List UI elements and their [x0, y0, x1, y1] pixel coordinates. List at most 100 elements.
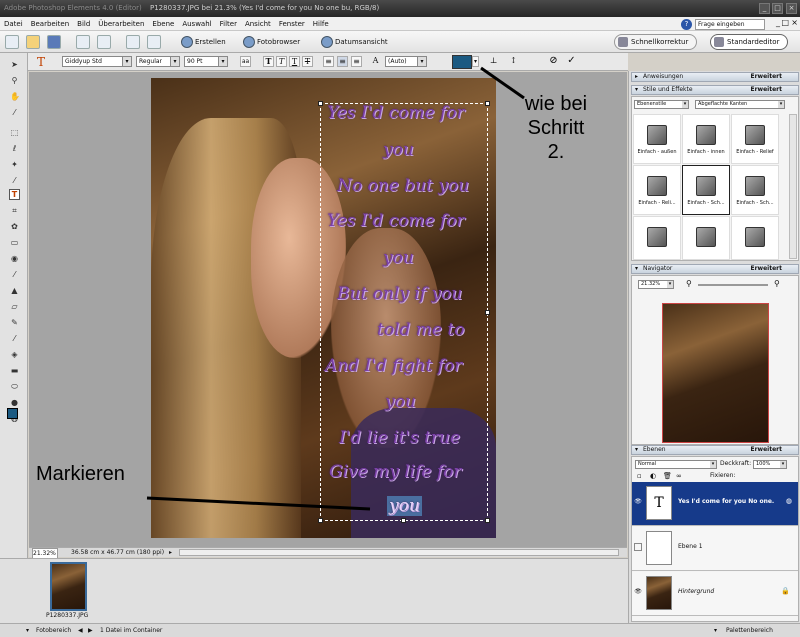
- pencil-tool-icon[interactable]: ✎: [9, 317, 20, 328]
- layers-panel-header[interactable]: Ebenen Erweitert: [631, 445, 799, 455]
- instructions-panel-header[interactable]: Anweisungen Erweitert: [631, 72, 799, 82]
- menu-hilfe[interactable]: Hilfe: [309, 17, 333, 31]
- align-right-icon[interactable]: ≡: [351, 56, 362, 67]
- foreground-color-swatch[interactable]: [7, 408, 18, 419]
- layer-row-ebene1[interactable]: Ebene 1: [632, 527, 798, 571]
- menu-auswahl[interactable]: Auswahl: [178, 17, 215, 31]
- menu-bild[interactable]: Bild: [73, 17, 94, 31]
- photo-bin-toggle-icon[interactable]: ▾: [26, 624, 29, 637]
- navigator-preview[interactable]: [662, 303, 769, 443]
- font-style-select[interactable]: Regular: [136, 56, 180, 67]
- navigator-zoom-slider[interactable]: [698, 284, 768, 286]
- print-icon[interactable]: [76, 35, 90, 49]
- text-color-swatch[interactable]: [452, 55, 472, 69]
- text-orientation-icon[interactable]: ↕: [508, 56, 519, 67]
- menu-bearbeiten[interactable]: Bearbeiten: [27, 17, 73, 31]
- minimize-icon[interactable]: _: [759, 3, 770, 14]
- menu-ansicht[interactable]: Ansicht: [241, 17, 275, 31]
- strikethrough-button[interactable]: T: [302, 56, 313, 67]
- visibility-off-icon[interactable]: [634, 543, 642, 551]
- shape-tool-icon[interactable]: ⬭: [9, 381, 20, 392]
- color-dropdown-icon[interactable]: ▾: [472, 56, 479, 67]
- palette-bin-toggle-icon[interactable]: ▾: [714, 624, 717, 637]
- resize-handle-mr[interactable]: [485, 310, 490, 315]
- bold-button[interactable]: T: [263, 56, 274, 67]
- font-family-select[interactable]: Giddyup Std: [62, 56, 132, 67]
- italic-button[interactable]: T: [276, 56, 287, 67]
- style-swatch-4[interactable]: Einfach - Reli...: [633, 165, 681, 215]
- zoom-tool-icon[interactable]: ⚲: [9, 75, 20, 86]
- navigator-zoom-field[interactable]: 21.32%: [638, 280, 674, 289]
- style-swatch-1[interactable]: Einfach - außen: [633, 114, 681, 164]
- healing-brush-tool-icon[interactable]: ⁄: [9, 269, 20, 280]
- hand-tool-icon[interactable]: ✋: [9, 91, 20, 102]
- gradient-tool-icon[interactable]: ▬: [9, 365, 20, 376]
- zoom-out-icon[interactable]: ⚲: [686, 279, 692, 288]
- window-close-icon[interactable]: ×: [791, 18, 798, 27]
- visibility-eye-icon[interactable]: 👁: [634, 588, 642, 596]
- maximize-icon[interactable]: □: [772, 3, 783, 14]
- photo-bin-label[interactable]: Fotobereich: [36, 624, 71, 637]
- resize-handle-tr[interactable]: [485, 101, 490, 106]
- text-bounding-box[interactable]: [318, 101, 490, 523]
- open-folder-icon[interactable]: [26, 35, 40, 49]
- text-tool-icon-active[interactable]: T: [9, 189, 20, 200]
- menu-ueberarbeiten[interactable]: Überarbeiten: [94, 17, 148, 31]
- menu-fenster[interactable]: Fenster: [275, 17, 309, 31]
- online-services-icon[interactable]: [97, 35, 111, 49]
- font-size-select[interactable]: 90 Pt: [184, 56, 228, 67]
- undo-icon[interactable]: [126, 35, 140, 49]
- palette-bin-label[interactable]: Palettenbereich: [726, 624, 773, 637]
- menu-filter[interactable]: Filter: [216, 17, 241, 31]
- blur-tool-icon[interactable]: ●: [9, 397, 20, 408]
- navigator-more-button[interactable]: Erweitert: [751, 265, 783, 273]
- cancel-icon[interactable]: ⊘: [548, 56, 559, 67]
- clone-stamp-tool-icon[interactable]: ▲: [9, 285, 20, 296]
- styles-more-button[interactable]: Erweitert: [751, 86, 783, 94]
- resize-handle-bl[interactable]: [318, 518, 323, 523]
- layers-more-button[interactable]: Erweitert: [751, 446, 783, 454]
- commit-icon[interactable]: ✓: [566, 56, 577, 67]
- blend-mode-select[interactable]: Normal: [635, 460, 717, 469]
- help-icon[interactable]: ?: [681, 18, 692, 30]
- visibility-eye-icon[interactable]: 👁: [634, 498, 642, 506]
- quick-fix-button[interactable]: Schnellkorrektur: [614, 34, 698, 50]
- zoom-in-icon[interactable]: ⚲: [774, 279, 780, 288]
- next-photo-icon[interactable]: ▶: [88, 624, 93, 637]
- paint-bucket-tool-icon[interactable]: ◈: [9, 349, 20, 360]
- layer-row-background[interactable]: 👁 Hintergrund 🔒: [632, 572, 798, 616]
- adjustment-layer-icon[interactable]: ◐: [650, 472, 656, 480]
- style-swatch-3[interactable]: Einfach - Relief: [731, 114, 779, 164]
- anti-alias-button[interactable]: aa: [240, 56, 251, 67]
- new-file-icon[interactable]: [5, 35, 19, 49]
- create-button[interactable]: Erstellen: [181, 35, 226, 49]
- window-restore-icon[interactable]: □: [781, 18, 789, 27]
- marquee-tool-icon[interactable]: ⬚: [9, 127, 20, 138]
- styles-panel-header[interactable]: Stile und Effekte Erweitert: [631, 85, 799, 95]
- eyedropper-tool-icon[interactable]: ⁄: [9, 107, 20, 118]
- straighten-tool-icon[interactable]: ▭: [9, 237, 20, 248]
- opacity-field[interactable]: 100%: [753, 460, 787, 469]
- leading-select[interactable]: (Auto): [385, 56, 427, 67]
- photo-bin-thumbnail[interactable]: [50, 562, 87, 611]
- align-center-icon[interactable]: ≡: [337, 56, 348, 67]
- style-swatch-8[interactable]: [682, 216, 730, 260]
- style-swatch-2[interactable]: Einfach - innen: [682, 114, 730, 164]
- close-icon[interactable]: ×: [786, 3, 797, 14]
- menu-datei[interactable]: Datei: [0, 17, 27, 31]
- align-left-icon[interactable]: ≡: [323, 56, 334, 67]
- status-menu-arrow-icon[interactable]: ▸: [169, 548, 172, 557]
- warp-text-icon[interactable]: ⊥: [488, 56, 499, 67]
- horizontal-scrollbar[interactable]: [179, 549, 619, 556]
- resize-handle-tl[interactable]: [318, 101, 323, 106]
- red-eye-tool-icon[interactable]: ◉: [9, 253, 20, 264]
- layer-row-text[interactable]: 👁 T Yes I'd come for you No one... ◍: [632, 482, 798, 526]
- crop-tool-icon[interactable]: ⌗: [9, 205, 20, 216]
- brush-tool-icon[interactable]: ⁄: [9, 333, 20, 344]
- save-icon[interactable]: [47, 35, 61, 49]
- style-category-select[interactable]: Ebenenstile: [634, 100, 689, 109]
- delete-layer-icon[interactable]: 🗑: [663, 472, 672, 480]
- underline-button[interactable]: T: [289, 56, 300, 67]
- cookie-cutter-tool-icon[interactable]: ✿: [9, 221, 20, 232]
- style-swatch-6[interactable]: Einfach - Sch...: [731, 165, 779, 215]
